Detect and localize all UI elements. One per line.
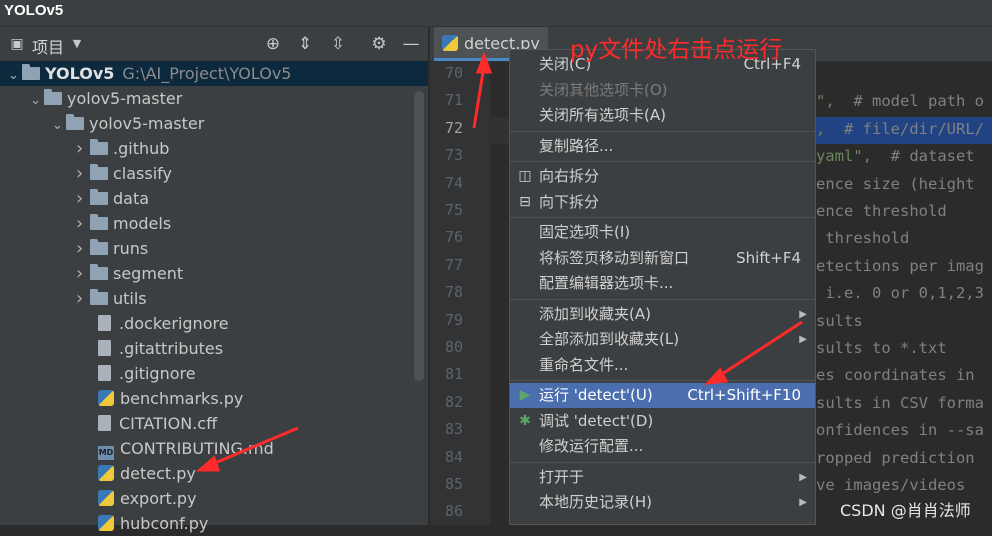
arrow-to-run xyxy=(715,320,803,380)
arrow-head-tab xyxy=(475,51,493,74)
arrow-to-tab xyxy=(472,65,486,129)
arrow-to-detect-file xyxy=(207,426,299,468)
arrow-head-file xyxy=(195,455,221,472)
watermark: CSDN @肖肖法师 xyxy=(840,501,971,520)
annotation-arrows xyxy=(195,51,803,472)
